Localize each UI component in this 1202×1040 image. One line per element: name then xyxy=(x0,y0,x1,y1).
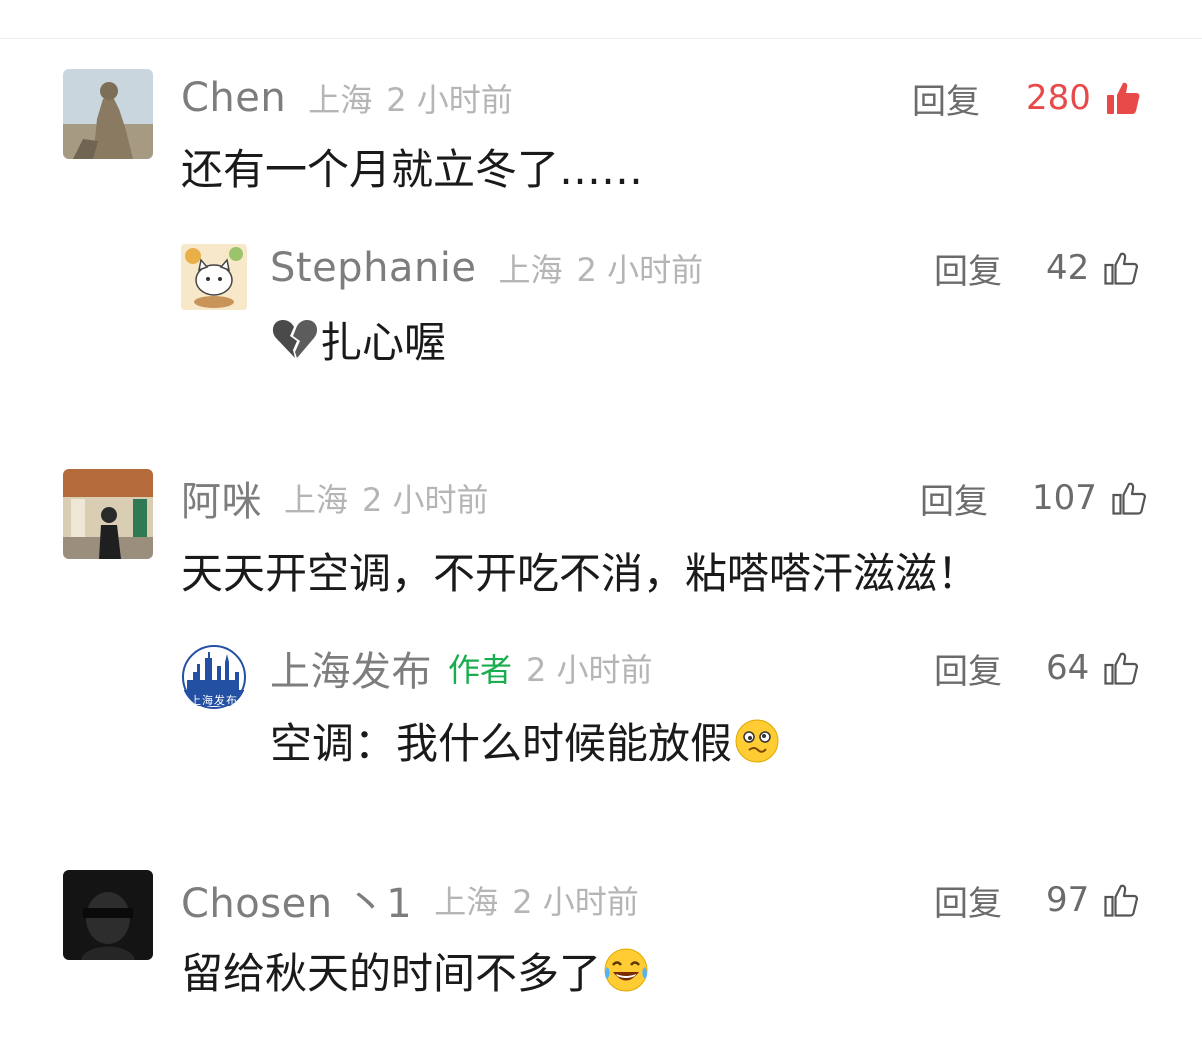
timestamp: 2 小时前 xyxy=(362,481,489,519)
statue-photo-icon xyxy=(63,69,153,159)
reply-meta-shanghai-fabu: 上海发布 作者 2 小时前 xyxy=(270,638,653,698)
reply-text-body: 空调：我什么时候能放假 xyxy=(270,718,733,768)
reply-button[interactable]: 回复 xyxy=(934,870,1002,930)
location: 上海 xyxy=(284,481,349,519)
reply-button[interactable]: 回复 xyxy=(920,468,988,528)
comment-text: 还有一个月就立冬了…… xyxy=(181,136,643,196)
location: 上海 xyxy=(434,883,499,921)
top-divider xyxy=(0,38,1202,39)
comment-text: 留给秋天的时间不多了 xyxy=(181,940,651,1000)
thumbs-up-filled-icon xyxy=(1106,82,1140,114)
timestamp: 2 小时前 xyxy=(512,883,639,921)
like-button[interactable]: 97 xyxy=(1046,870,1139,930)
laughing-tears-icon xyxy=(601,945,651,995)
thumbs-up-outline-icon xyxy=(1104,652,1139,685)
like-count: 107 xyxy=(1032,478,1097,518)
comment-text-body: 还有一个月就立冬了…… xyxy=(181,144,644,194)
person-photo-icon xyxy=(63,469,153,559)
broken-heart-icon xyxy=(270,314,320,364)
avatar-chosen[interactable] xyxy=(63,870,153,960)
thumbs-up-outline-icon xyxy=(1104,884,1139,917)
username[interactable]: Chosen 丶1 xyxy=(181,871,412,929)
avatar-ami[interactable] xyxy=(63,469,153,559)
location: 上海 xyxy=(498,251,563,289)
timestamp: 2 小时前 xyxy=(386,81,513,119)
author-badge: 作者 xyxy=(448,651,513,689)
thumbs-up-outline-icon xyxy=(1112,482,1146,515)
comment-text-body: 天天开空调，不开吃不消，粘嗒嗒汗滋滋！ xyxy=(181,548,980,598)
reply-text: 扎心喔 xyxy=(270,309,446,369)
location: 上海 xyxy=(308,81,373,119)
reply-button[interactable]: 回复 xyxy=(934,238,1002,298)
woozy-face-icon xyxy=(732,715,782,765)
reply-button[interactable]: 回复 xyxy=(912,68,980,128)
cartoon-cat-icon xyxy=(181,244,247,310)
reply-text-body: 扎心喔 xyxy=(320,317,447,367)
avatar-logo-text: 上海发布 xyxy=(190,694,238,707)
comment-meta-chosen: Chosen 丶1 上海 2 小时前 xyxy=(181,870,639,930)
like-count: 280 xyxy=(1026,78,1091,118)
reply-button[interactable]: 回复 xyxy=(934,638,1002,698)
avatar-chen[interactable] xyxy=(63,69,153,159)
username[interactable]: Stephanie xyxy=(270,245,477,291)
comment-meta-ami: 阿咪 上海 2 小时前 xyxy=(181,468,489,528)
comment-text-body: 留给秋天的时间不多了 xyxy=(181,948,602,998)
avatar-stephanie[interactable] xyxy=(181,244,247,310)
comment-meta-chen: Chen 上海 2 小时前 xyxy=(181,68,513,128)
like-button[interactable]: 280 xyxy=(1026,68,1141,128)
like-count: 42 xyxy=(1046,248,1090,288)
like-count: 64 xyxy=(1046,648,1090,688)
comment-text: 天天开空调，不开吃不消，粘嗒嗒汗滋滋！ xyxy=(181,540,979,600)
thumbs-up-outline-icon xyxy=(1104,252,1139,285)
timestamp: 2 小时前 xyxy=(526,651,653,689)
username[interactable]: 阿咪 xyxy=(181,469,262,527)
reply-meta-stephanie: Stephanie 上海 2 小时前 xyxy=(270,238,703,298)
avatar-shanghai-fabu[interactable]: 上海发布 xyxy=(181,644,247,710)
username[interactable]: Chen xyxy=(181,75,286,121)
like-button[interactable]: 64 xyxy=(1046,638,1139,698)
like-button[interactable]: 42 xyxy=(1046,238,1139,298)
reply-text: 空调：我什么时候能放假 xyxy=(270,710,782,770)
dark-portrait-icon xyxy=(63,870,153,960)
username[interactable]: 上海发布 xyxy=(270,639,432,697)
timestamp: 2 小时前 xyxy=(576,251,704,289)
like-button[interactable]: 107 xyxy=(1032,468,1147,528)
like-count: 97 xyxy=(1046,880,1090,920)
